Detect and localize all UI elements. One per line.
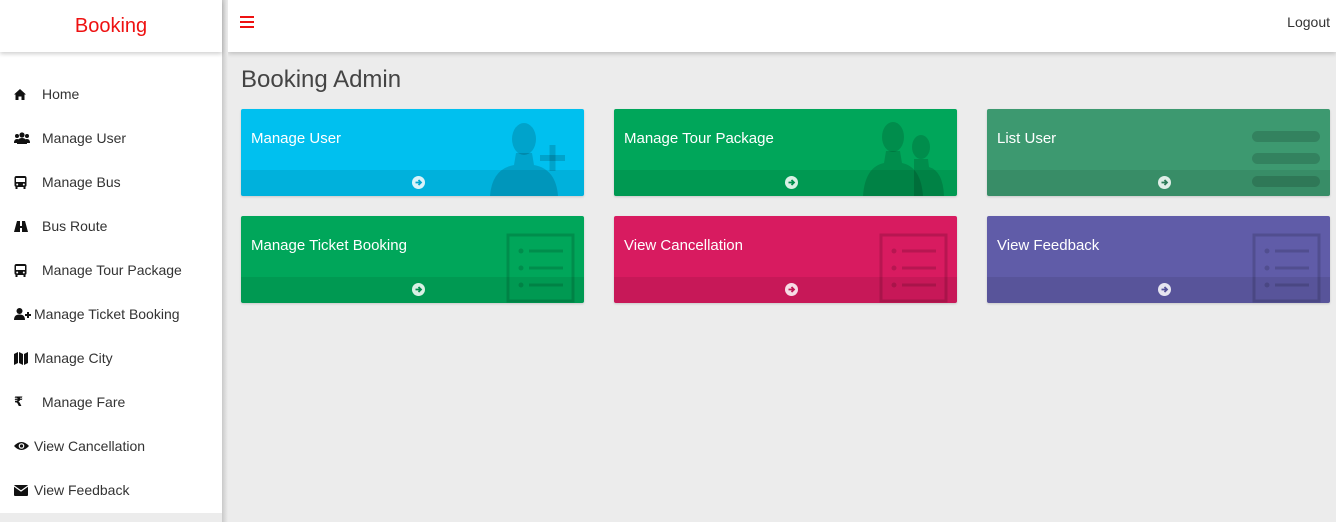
sidebar-shadow	[222, 0, 228, 522]
hamburger-icon[interactable]	[240, 16, 254, 30]
user-plus-icon	[14, 308, 34, 320]
sidebar-item-bus-route[interactable]: Bus Route	[0, 204, 222, 248]
sidebar-item-label: Home	[42, 86, 80, 102]
bus-icon	[14, 175, 34, 189]
brand-logo[interactable]: Booking	[0, 0, 222, 52]
list-icon	[1252, 233, 1321, 303]
tile-title: Manage Tour Package	[624, 130, 774, 147]
tile-manage-tour-package[interactable]: Manage Tour Package	[614, 109, 957, 196]
sidebar-item-label: Bus Route	[42, 218, 108, 234]
sidebar-nav: Home Manage User Manage Bus Bus Route Ma…	[0, 52, 222, 512]
logout-link[interactable]: Logout	[1287, 14, 1330, 30]
eye-icon	[14, 441, 34, 451]
users-icon	[863, 122, 944, 196]
sidebar-item-label: Manage City	[34, 350, 113, 366]
tile-manage-user[interactable]: Manage User	[241, 109, 584, 196]
road-icon	[14, 220, 34, 232]
sidebar-item-manage-fare[interactable]: ₹ Manage Fare	[0, 380, 222, 424]
sidebar-item-manage-city[interactable]: Manage City	[0, 336, 222, 380]
list-icon	[879, 233, 948, 303]
arrow-circle-right-icon	[1157, 283, 1171, 296]
home-icon	[14, 88, 34, 100]
sidebar-item-manage-user[interactable]: Manage User	[0, 116, 222, 160]
envelope-icon	[14, 484, 34, 496]
sidebar-item-manage-ticket-booking[interactable]: Manage Ticket Booking	[0, 292, 222, 336]
sidebar-item-label: Manage Tour Package	[42, 262, 182, 278]
arrow-circle-right-icon	[784, 283, 798, 296]
tile-title: Manage User	[251, 130, 342, 147]
page-title: Booking Admin	[241, 66, 402, 93]
tile-title: View Feedback	[997, 237, 1100, 254]
sidebar-item-manage-bus[interactable]: Manage Bus	[0, 160, 222, 204]
arrow-circle-right-icon	[411, 283, 425, 296]
user-plus-icon	[490, 123, 565, 196]
sidebar: Booking Home Manage User Manage Bus Bus …	[0, 0, 222, 522]
arrow-circle-right-icon	[784, 176, 798, 189]
sidebar-footer	[0, 513, 222, 522]
map-icon	[14, 351, 34, 365]
sidebar-item-label: Manage Fare	[42, 394, 126, 410]
tile-title: View Cancellation	[624, 237, 743, 254]
users-icon	[14, 132, 34, 144]
sidebar-item-view-feedback[interactable]: View Feedback	[0, 468, 222, 512]
top-navbar: Logout	[228, 0, 1336, 52]
rupee-icon: ₹	[14, 394, 24, 409]
arrow-circle-right-icon	[411, 176, 425, 189]
tile-title: List User	[997, 130, 1057, 147]
list-icon	[506, 233, 575, 303]
sidebar-item-label: Manage Ticket Booking	[34, 306, 180, 322]
tile-list-user[interactable]: List User	[987, 109, 1330, 196]
sidebar-item-label: Manage Bus	[42, 174, 121, 190]
sidebar-item-label: Manage User	[42, 130, 127, 146]
sidebar-item-label: View Feedback	[34, 482, 130, 498]
sidebar-item-view-cancellation[interactable]: View Cancellation	[0, 424, 222, 468]
arrow-circle-right-icon	[1157, 176, 1171, 189]
tile-view-feedback[interactable]: View Feedback	[987, 216, 1330, 303]
sidebar-item-manage-tour-package[interactable]: Manage Tour Package	[0, 248, 222, 292]
sidebar-item-label: View Cancellation	[34, 438, 146, 454]
list-bars-icon	[1252, 131, 1320, 187]
bus-icon	[14, 263, 34, 277]
tile-manage-ticket-booking[interactable]: Manage Ticket Booking	[241, 216, 584, 303]
sidebar-item-home[interactable]: Home	[0, 72, 222, 116]
tile-title: Manage Ticket Booking	[251, 237, 407, 254]
tile-view-cancellation[interactable]: View Cancellation	[614, 216, 957, 303]
